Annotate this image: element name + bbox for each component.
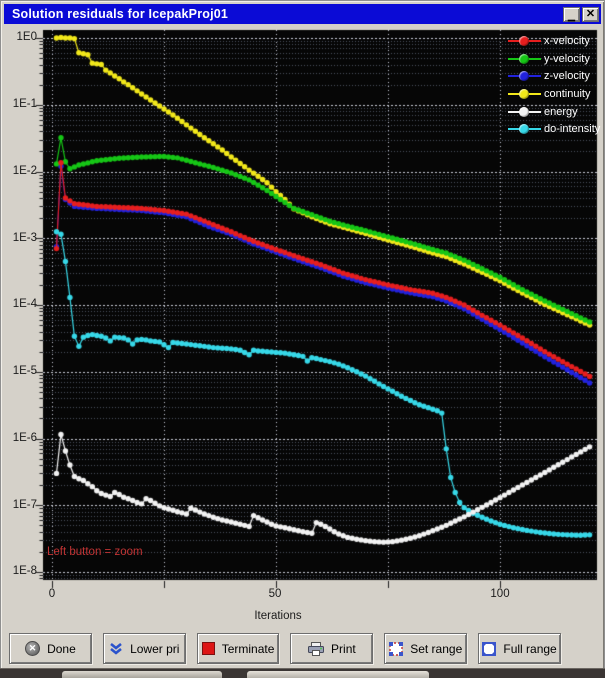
lower-priority-button-label: Lower pri (130, 641, 180, 656)
legend-item-continuity: continuity (508, 85, 600, 103)
legend-label: z-velocity (544, 70, 590, 83)
terminate-button-label: Terminate (221, 641, 275, 656)
continuity-marker-icon (508, 88, 541, 99)
full-range-icon (482, 641, 497, 656)
x-tick-label: 50 (268, 588, 282, 600)
print-button-label: Print (331, 641, 356, 656)
chart-legend: x-velocity y-velocity z-velocity continu… (508, 32, 600, 138)
print-button[interactable]: Print (290, 633, 374, 664)
y-tick-label: 1E-3 (12, 232, 37, 244)
window-title: Solution residuals for IcepakProj01 (12, 7, 229, 21)
full-range-button[interactable]: Full range (478, 633, 561, 664)
zoom-hint-annotation: Left button = zoom (47, 546, 143, 558)
z-velocity-marker-icon (508, 71, 541, 82)
done-button[interactable]: ✕ Done (9, 633, 92, 664)
set-range-button-label: Set range (410, 641, 463, 656)
energy-marker-icon (508, 106, 541, 117)
lower-priority-button[interactable]: Lower pri (102, 633, 186, 664)
minimize-button[interactable]: ▁ (563, 6, 580, 22)
done-circle-x-icon: ✕ (25, 641, 41, 656)
y-tick-label: 1E-4 (12, 298, 37, 310)
x-tick-label: 100 (490, 588, 510, 600)
terminate-square-icon (201, 642, 215, 655)
double-chevron-down-icon (109, 642, 123, 655)
y-velocity-marker-icon (508, 53, 541, 64)
y-tick-label: 1E0 (16, 31, 37, 43)
terminate-button[interactable]: Terminate (196, 633, 280, 664)
set-range-icon (389, 641, 404, 656)
full-range-button-label: Full range (503, 641, 557, 656)
printer-icon (308, 641, 325, 656)
legend-item-energy: energy (508, 103, 600, 121)
x-tick-label: 0 (48, 588, 56, 600)
footer-button-row: ✕ Done Lower pri Terminate Print Set ran… (9, 633, 561, 664)
legend-label: x-velocity (544, 34, 590, 47)
x-velocity-marker-icon (508, 35, 541, 46)
legend-item-y-velocity: y-velocity (508, 50, 600, 68)
done-button-label: Done (47, 641, 76, 656)
y-tick-label: 1E-6 (12, 432, 37, 444)
x-axis-title: Iterations (254, 610, 302, 622)
y-tick-label: 1E-5 (12, 365, 37, 377)
legend-label: continuity (544, 87, 591, 100)
close-button[interactable]: ✕ (582, 6, 599, 22)
legend-item-z-velocity: z-velocity (508, 67, 600, 85)
set-range-button[interactable]: Set range (384, 633, 468, 664)
y-tick-label: 1E-8 (12, 565, 37, 577)
legend-label: do-intensity (544, 123, 601, 136)
y-tick-label: 1E-7 (12, 499, 37, 511)
do-intensity-marker-icon (508, 124, 541, 135)
legend-label: energy (544, 105, 578, 118)
legend-item-x-velocity: x-velocity (508, 32, 600, 50)
legend-label: y-velocity (544, 52, 590, 65)
y-tick-label: 1E-1 (12, 98, 37, 110)
title-bar: Solution residuals for IcepakProj01 ▁ ✕ (4, 4, 601, 24)
application-window: { "window": { "title": "Solution residua… (0, 0, 605, 678)
y-tick-label: 1E-2 (12, 165, 37, 177)
legend-item-do-intensity: do-intensity (508, 120, 600, 138)
